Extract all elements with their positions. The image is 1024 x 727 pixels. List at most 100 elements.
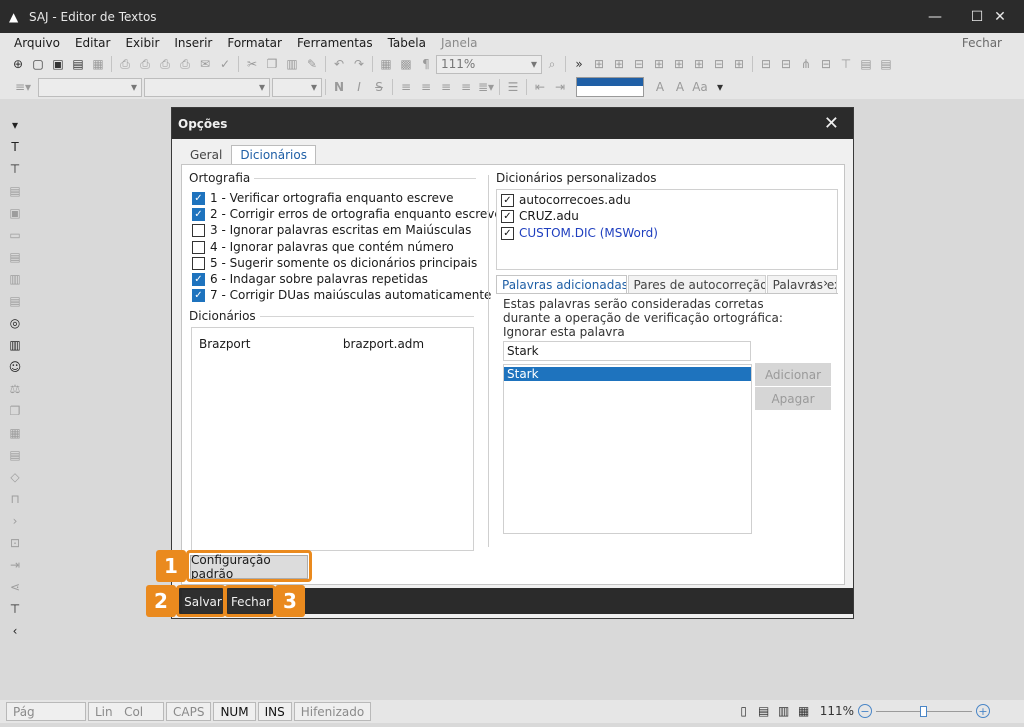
checkbox[interactable]: ✓ <box>192 207 205 221</box>
align-left-icon[interactable]: ≡ <box>396 78 416 96</box>
checkbox[interactable]: ✓ <box>192 288 205 302</box>
award-icon[interactable]: ◎ <box>0 312 30 334</box>
table-col-icon[interactable]: ⊞ <box>649 55 669 73</box>
style-picker-icon[interactable]: ≡▾ <box>8 78 38 96</box>
list-item[interactable]: ✓ CRUZ.adu <box>501 208 579 224</box>
page-layout-icon[interactable]: ▤ <box>856 55 876 73</box>
layout-alt-icon[interactable]: ⊟ <box>776 55 796 73</box>
tab-dicionarios[interactable]: Dicionários <box>231 145 316 165</box>
table-delete-icon[interactable]: ⊟ <box>709 55 729 73</box>
people-icon[interactable]: ☺ <box>0 356 30 378</box>
table-icon[interactable]: ▦ <box>376 55 396 73</box>
check-indagar-repetidas[interactable]: ✓ 6 - Indagar sobre palavras repetidas <box>192 271 428 287</box>
menu-ferramentas[interactable]: Ferramentas <box>297 36 373 50</box>
menu-formatar[interactable]: Formatar <box>227 36 282 50</box>
print-options-icon[interactable]: ⎙ <box>175 55 195 73</box>
open-file-icon[interactable]: ▤ <box>68 55 88 73</box>
paint-roller-icon[interactable]: ⊤ <box>0 598 30 620</box>
zoom-slider-thumb[interactable] <box>920 705 927 717</box>
print-icon[interactable]: ⎙ <box>115 55 135 73</box>
checkbox[interactable] <box>192 240 205 254</box>
close-icon[interactable]: ✕ <box>824 113 839 134</box>
menu-exibir[interactable]: Exibir <box>125 36 159 50</box>
font-color-swatch[interactable] <box>576 77 644 97</box>
zoom-slider[interactable] <box>876 705 972 717</box>
list-item[interactable]: Brazport brazport.adm <box>199 337 424 351</box>
line-spacing-icon[interactable]: ≣▾ <box>476 78 496 96</box>
checkbox[interactable]: ✓ <box>192 272 205 286</box>
list-item[interactable]: ✓ CUSTOM.DIC (MSWord) <box>501 225 658 241</box>
font-shrink-icon[interactable]: A <box>670 78 690 96</box>
doc-close-icon[interactable]: ▤ <box>0 290 30 312</box>
cut-icon[interactable]: ✂ <box>242 55 262 73</box>
format-painter-icon[interactable]: ✎ <box>302 55 322 73</box>
text-cursor-icon[interactable]: T <box>0 136 30 158</box>
menu-arquivo[interactable]: Arquivo <box>14 36 60 50</box>
paste-icon[interactable]: ▥ <box>282 55 302 73</box>
ignore-word-input[interactable]: Stark <box>503 341 751 361</box>
stamp-icon[interactable]: ▣ <box>0 202 30 224</box>
subtab-pares-autocorrecao[interactable]: Pares de autocorreção <box>627 275 766 293</box>
menu-inserir[interactable]: Inserir <box>174 36 212 50</box>
table-border-icon[interactable]: ⊞ <box>589 55 609 73</box>
view-outline-icon[interactable]: ▦ <box>794 702 814 720</box>
paragraph-mark-icon[interactable]: ¶ <box>416 55 436 73</box>
outdent-icon[interactable]: ⇤ <box>530 78 550 96</box>
check-verificar-ortografia[interactable]: ✓ 1 - Verificar ortografia enquanto escr… <box>192 190 454 206</box>
chevron-right-icon[interactable]: › <box>823 276 836 290</box>
menu-janela[interactable]: Janela <box>441 36 478 50</box>
check-corrigir-erros[interactable]: ✓ 2 - Corrigir erros de ortografia enqua… <box>192 206 502 222</box>
paint-roller-icon[interactable]: ⊤ <box>0 158 30 180</box>
table-props-icon[interactable]: ⊞ <box>729 55 749 73</box>
save-icon[interactable]: ▦ <box>88 55 108 73</box>
blank-page-icon[interactable]: ▢ <box>28 55 48 73</box>
bold-icon[interactable]: N <box>329 78 349 96</box>
tree-icon[interactable]: ⋔ <box>796 55 816 73</box>
tag-icon[interactable]: ◇ <box>0 466 30 488</box>
comment-icon[interactable]: ▭ <box>0 224 30 246</box>
subtab-palavras-adicionadas[interactable]: Palavras adicionadas <box>496 275 627 293</box>
table-split-icon[interactable]: ⊞ <box>689 55 709 73</box>
close-window-button[interactable]: ✕ <box>977 0 1023 33</box>
lock-icon[interactable]: ⊓ <box>0 488 30 510</box>
align-right-icon[interactable]: ≡ <box>436 78 456 96</box>
copy-doc-icon[interactable]: ❐ <box>0 400 30 422</box>
share-icon[interactable]: ⋖ <box>0 576 30 598</box>
layout-icon[interactable]: ⊟ <box>756 55 776 73</box>
dictionaries-list[interactable]: Brazport brazport.adm <box>191 327 474 551</box>
spellcheck-icon[interactable]: ✓ <box>215 55 235 73</box>
template-icon[interactable]: ▤ <box>0 444 30 466</box>
check-ignorar-maiusculas[interactable]: 3 - Ignorar palavras escritas em Maiúscu… <box>192 222 471 238</box>
chevron-left-icon[interactable]: ‹ <box>0 620 30 642</box>
more-tools-icon[interactable]: » <box>569 55 589 73</box>
list-item[interactable]: ✓ autocorrecoes.adu <box>501 192 631 208</box>
change-case-icon[interactable]: Aa <box>690 78 710 96</box>
undo-icon[interactable]: ↶ <box>329 55 349 73</box>
film-icon[interactable]: ▥ <box>0 334 30 356</box>
tab-geral[interactable]: Geral <box>181 145 231 165</box>
checkbox[interactable]: ✓ <box>501 226 514 240</box>
view-web-icon[interactable]: ▥ <box>774 702 794 720</box>
minimize-button[interactable]: — <box>912 0 958 33</box>
print-setup-icon[interactable]: ⎙ <box>155 55 175 73</box>
font-name-combo[interactable]: ▾ <box>144 77 270 97</box>
checkbox[interactable]: ✓ <box>192 191 205 205</box>
zoom-search-icon[interactable]: ⌕ <box>542 55 562 73</box>
font-style-combo[interactable]: ▾ <box>38 77 142 97</box>
calendar-icon[interactable]: ▦ <box>0 422 30 444</box>
page-icon[interactable]: ▥ <box>0 268 30 290</box>
table-merge-icon[interactable]: ⊞ <box>669 55 689 73</box>
export-icon[interactable]: ⇥ <box>0 554 30 576</box>
table-insert-icon[interactable]: ⊞ <box>609 55 629 73</box>
check-ignorar-numero[interactable]: 4 - Ignorar palavras que contém número <box>192 239 454 255</box>
chevron-down-icon[interactable]: ▾ <box>0 114 30 136</box>
filter-icon[interactable]: ⊤ <box>836 55 856 73</box>
columns-icon[interactable]: ⊟ <box>816 55 836 73</box>
table-row-icon[interactable]: ⊟ <box>629 55 649 73</box>
checkbox[interactable]: ✓ <box>501 193 514 207</box>
list-icon[interactable]: ☰ <box>503 78 523 96</box>
check-sugerir-principais[interactable]: 5 - Sugerir somente os dicionários princ… <box>192 255 477 271</box>
indent-icon[interactable]: ⇥ <box>550 78 570 96</box>
subtab-scroll-arrows[interactable]: ‹› <box>810 276 836 290</box>
delete-word-button[interactable]: Apagar <box>755 387 831 410</box>
